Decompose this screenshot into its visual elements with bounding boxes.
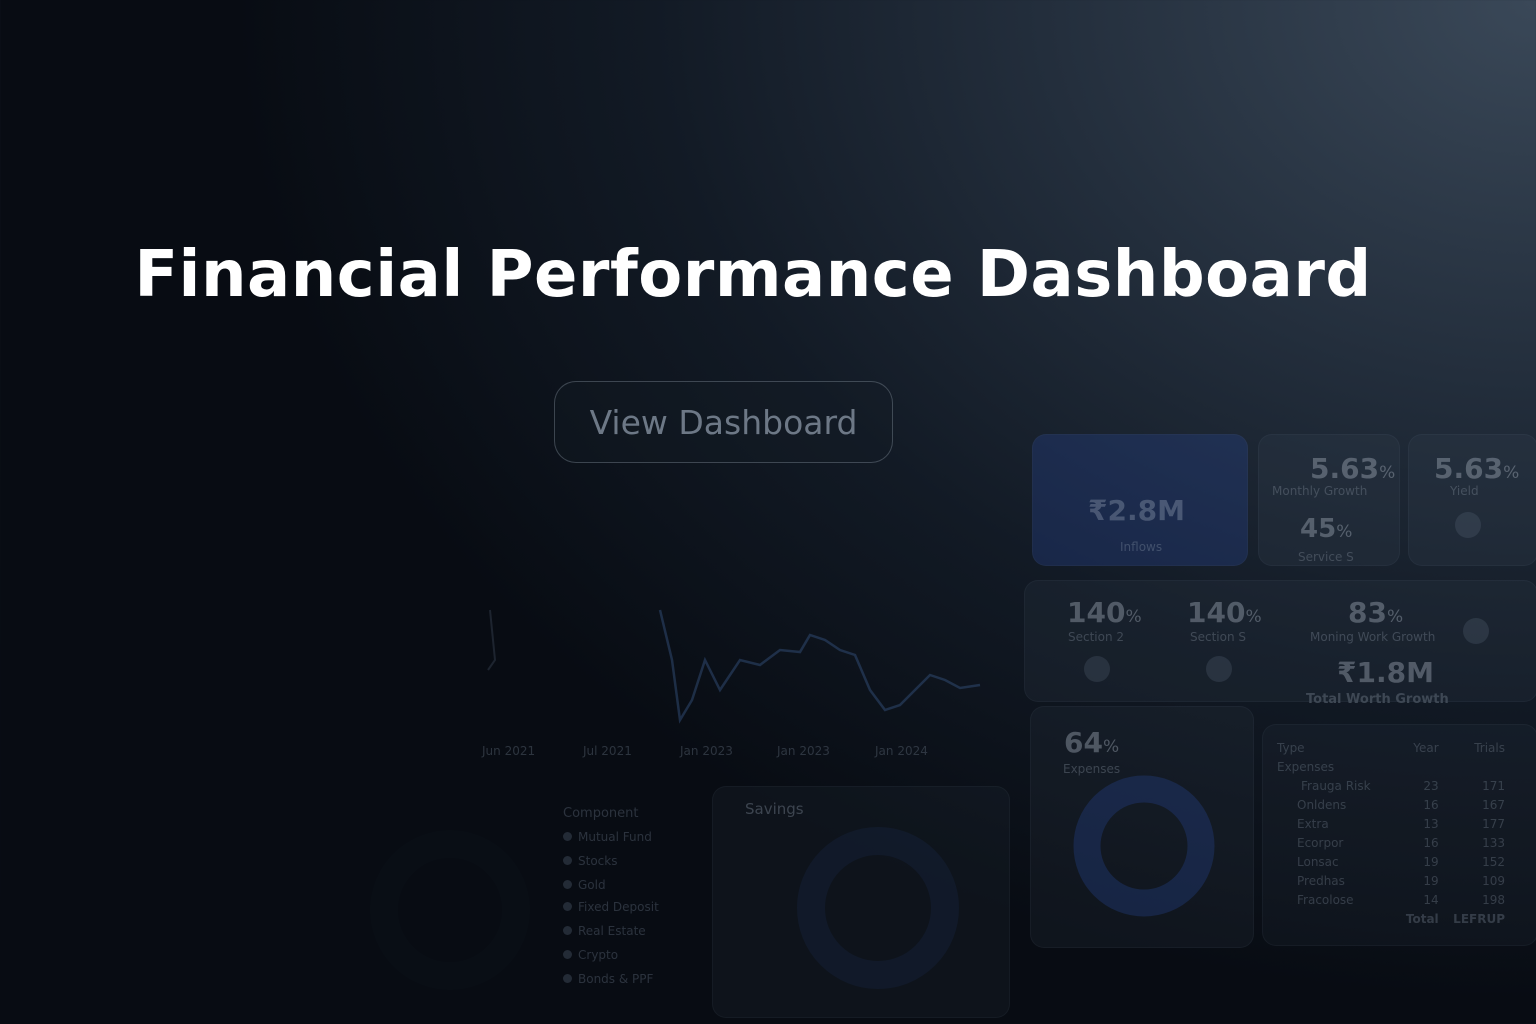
- kpi-label: Total Worth Growth: [1306, 692, 1449, 707]
- kpi-label: Inflows: [1120, 540, 1163, 554]
- table-header: Year: [1413, 740, 1439, 755]
- kpi-value: 140%: [1067, 596, 1142, 629]
- table-total-row: Total LEFRUP: [1277, 909, 1505, 928]
- table-row: Extra 13 177: [1297, 816, 1505, 831]
- table-row: Lonsac 19 152: [1297, 854, 1505, 869]
- data-table: Type Year Trials Expenses Frauga Risk 23…: [1277, 738, 1505, 928]
- table-header-row: Type Year Trials: [1277, 738, 1505, 757]
- table-row: Onldens 16 167: [1297, 797, 1505, 812]
- table-section-label: Expenses: [1277, 759, 1335, 774]
- kpi-value: ₹1.8M: [1337, 656, 1434, 689]
- table-row: Predhas 19 109: [1297, 873, 1505, 888]
- info-icon: [1455, 512, 1481, 538]
- kpi-value: 5.63%: [1310, 452, 1396, 485]
- x-axis-label: Jul 2021: [583, 744, 632, 758]
- kpi-label: Service S: [1298, 550, 1354, 564]
- expenses-donut: [1073, 775, 1215, 917]
- kpi-value: 5.63%: [1434, 452, 1520, 485]
- kpi-label: Section S: [1190, 630, 1247, 644]
- background-line-chart: [487, 609, 981, 724]
- savings-label: Savings: [745, 800, 804, 818]
- kpi-value: 83%: [1348, 596, 1404, 629]
- kpi-value: 45%: [1300, 514, 1353, 544]
- legend-item: Stocks: [563, 854, 617, 868]
- x-axis-label: Jan 2023: [777, 744, 830, 758]
- legend-item: Crypto: [563, 948, 618, 962]
- background-dashboard: Jun 2021 Jul 2021 Jan 2023 Jan 2023 Jan …: [0, 0, 1536, 1024]
- x-axis-label: Jan 2024: [875, 744, 928, 758]
- legend-item: Mutual Fund: [563, 830, 652, 844]
- info-icon: [1084, 656, 1110, 682]
- legend-item: Fixed Deposit: [563, 900, 659, 914]
- table-row: Fracolose 14 198: [1297, 892, 1505, 907]
- kpi-value: 140%: [1187, 596, 1262, 629]
- kpi-label: Yield: [1450, 484, 1479, 498]
- legend-item: Bonds & PPF: [563, 972, 653, 986]
- kpi-label: Monthly Growth: [1272, 484, 1368, 498]
- table-section-row: Expenses: [1277, 757, 1505, 776]
- savings-donut: [797, 827, 959, 989]
- table-header: Trials: [1474, 740, 1505, 755]
- table-total-value: LEFRUP: [1453, 911, 1505, 926]
- legend-item: Gold: [563, 878, 606, 892]
- x-axis-label: Jun 2021: [482, 744, 536, 758]
- hero-title: Financial Performance Dashboard: [134, 238, 1372, 312]
- info-icon: [1206, 656, 1232, 682]
- view-dashboard-button[interactable]: View Dashboard: [554, 381, 893, 463]
- info-icon: [1463, 618, 1489, 644]
- kpi-label: Section 2: [1068, 630, 1125, 644]
- kpi-label: Moning Work Growth: [1310, 630, 1436, 644]
- table-row: Ecorpor 16 133: [1297, 835, 1505, 850]
- legend-item: Real Estate: [563, 924, 646, 938]
- background-donut-left: [370, 830, 530, 990]
- x-axis-label: Jan 2023: [680, 744, 733, 758]
- kpi-value: 64%: [1064, 726, 1120, 759]
- component-heading: Component: [563, 806, 639, 821]
- table-header: Type: [1277, 740, 1305, 755]
- kpi-value: ₹2.8M: [1088, 494, 1185, 527]
- table-row: Frauga Risk 23 171: [1301, 778, 1505, 793]
- table-total-label: Total: [1405, 911, 1439, 926]
